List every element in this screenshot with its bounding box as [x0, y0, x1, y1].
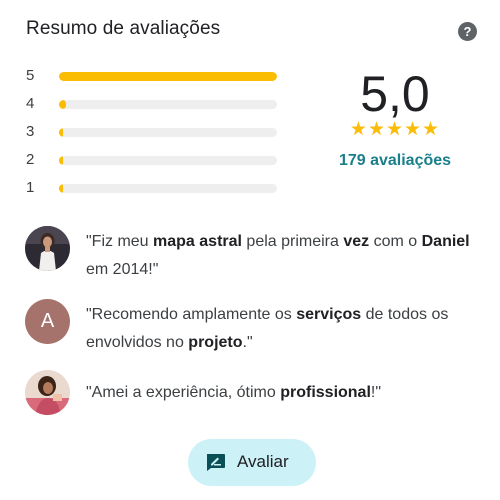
review-keyword: mapa astral [153, 233, 242, 250]
review-keyword: Daniel [421, 233, 470, 250]
rating-summary: 5,0 ★★★★★ 179 avaliações [330, 66, 460, 170]
rating-bar-track [59, 72, 277, 81]
rating-bar-track [59, 128, 277, 137]
write-review-button[interactable]: Avaliar [188, 439, 316, 486]
rating-distribution: 5 4 3 2 1 [26, 66, 286, 206]
review-quote: "Amei a experiência, ótimo profissional!… [86, 379, 481, 407]
review-text: !" [370, 384, 382, 401]
help-icon[interactable]: ? [458, 22, 477, 41]
rating-bar-label: 4 [26, 95, 35, 112]
review-text: "Fiz meu [86, 233, 154, 250]
review-text: "Recomendo amplamente os [86, 306, 297, 323]
review-keyword: vez [343, 233, 370, 250]
rating-bar-fill [59, 72, 277, 81]
reviews-summary-title: Resumo de avaliações [26, 18, 221, 39]
average-score: 5,0 [360, 66, 430, 122]
review-text: em 2014!" [86, 261, 159, 278]
avatar: A [25, 299, 70, 344]
review-keyword: projeto [188, 334, 243, 351]
rate-review-icon [207, 454, 225, 471]
avatar [25, 226, 70, 271]
review-text: ." [242, 334, 253, 351]
user-photo-icon [25, 370, 70, 415]
rating-bar-label: 3 [26, 123, 35, 140]
rating-bar-track [59, 156, 277, 165]
rating-bar-label: 5 [26, 67, 35, 84]
rating-bar-row-3[interactable]: 3 [26, 122, 286, 150]
rating-bar-row-5[interactable]: 5 [26, 66, 286, 94]
rating-bar-row-4[interactable]: 4 [26, 94, 286, 122]
review-text: com o [369, 233, 422, 250]
review-quote: "Fiz meu mapa astral pela primeira vez c… [86, 228, 481, 284]
rating-bar-row-2[interactable]: 2 [26, 150, 286, 178]
review-quote: "Recomendo amplamente os serviços de tod… [86, 301, 481, 357]
user-photo-icon [25, 226, 70, 271]
rating-bar-row-1[interactable]: 1 [26, 178, 286, 206]
write-review-label: Avaliar [237, 452, 289, 471]
review-text: "Amei a experiência, ótimo [86, 384, 281, 401]
review-keyword: serviços [296, 306, 362, 323]
review-keyword: profissional [280, 384, 371, 401]
rating-bar-label: 1 [26, 179, 35, 196]
rating-bar-fill [59, 100, 66, 109]
rating-bar-fill [59, 184, 63, 193]
rating-bar-track [59, 184, 277, 193]
rating-bar-track [59, 100, 277, 109]
review-text: pela primeira [241, 233, 344, 250]
rating-bar-label: 2 [26, 151, 35, 168]
rating-bar-fill [59, 156, 63, 165]
avatar [25, 370, 70, 415]
review-count-link[interactable]: 179 avaliações [339, 152, 451, 170]
star-rating-icon: ★★★★★ [349, 119, 441, 140]
rating-bar-fill [59, 128, 63, 137]
